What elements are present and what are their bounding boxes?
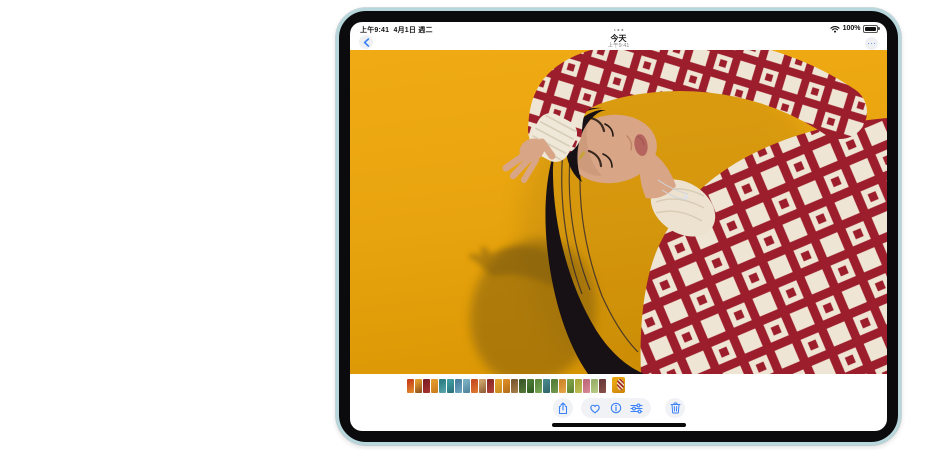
battery-percent: 100% xyxy=(843,25,861,32)
status-time: 上午9:41 xyxy=(360,27,389,34)
thumbnail[interactable] xyxy=(463,379,470,393)
thumbnail[interactable] xyxy=(535,379,542,393)
thumbnail[interactable] xyxy=(543,379,550,393)
thumbnail[interactable] xyxy=(415,379,422,393)
ipad-device: 上午9:41 4月1日 週二 100% 今 xyxy=(336,8,901,445)
share-button[interactable] xyxy=(553,398,573,418)
multitasking-dots-icon[interactable] xyxy=(614,29,623,31)
wifi-icon xyxy=(830,25,840,33)
thumbnail[interactable] xyxy=(519,379,526,393)
thumbnail[interactable] xyxy=(479,379,486,393)
info-icon xyxy=(610,402,622,414)
battery-icon xyxy=(863,25,878,34)
sliders-icon xyxy=(630,403,643,414)
photo[interactable] xyxy=(350,50,887,374)
thumbnail-filmstrip xyxy=(407,377,625,393)
nav-title-block: 今天 上午9:41 xyxy=(350,34,887,49)
adjust-button[interactable] xyxy=(630,403,643,414)
thumbnail[interactable] xyxy=(455,379,462,393)
thumbnail[interactable] xyxy=(551,379,558,393)
thumbnail-strip xyxy=(407,379,606,393)
photo-timestamp: 上午9:41 xyxy=(350,43,887,49)
thumbnail[interactable] xyxy=(407,379,414,393)
thumbnail[interactable] xyxy=(439,379,446,393)
thumbnail[interactable] xyxy=(567,379,574,393)
status-date: 4月1日 週二 xyxy=(394,27,433,34)
page: { "colors": { "accent": "#3a82f7", "fram… xyxy=(0,0,932,450)
delete-button[interactable] xyxy=(665,398,685,418)
nav-bar: 今天 上午9:41 xyxy=(350,34,887,50)
thumbnail[interactable] xyxy=(559,379,566,393)
thumbnail[interactable] xyxy=(471,379,478,393)
screen: 上午9:41 4月1日 週二 100% 今 xyxy=(350,22,887,431)
status-indicators: 100% xyxy=(830,25,878,34)
bottom-toolbar xyxy=(350,398,887,420)
actions-pill xyxy=(581,398,651,418)
ellipsis-icon xyxy=(868,43,876,45)
thumbnail[interactable] xyxy=(503,379,510,393)
thumbnail[interactable] xyxy=(447,379,454,393)
thumbnail-selected[interactable] xyxy=(612,377,625,393)
heart-icon xyxy=(589,403,601,414)
thumbnail[interactable] xyxy=(527,379,534,393)
thumbnail[interactable] xyxy=(423,379,430,393)
thumbnail[interactable] xyxy=(431,379,438,393)
thumbnail[interactable] xyxy=(591,379,598,393)
favorite-button[interactable] xyxy=(589,403,601,414)
thumbnail[interactable] xyxy=(487,379,494,393)
info-button[interactable] xyxy=(610,402,622,414)
thumbnail[interactable] xyxy=(575,379,582,393)
thumbnail[interactable] xyxy=(583,379,590,393)
thumbnail[interactable] xyxy=(511,379,518,393)
thumbnail[interactable] xyxy=(599,379,606,393)
page-title: 今天 xyxy=(350,34,887,43)
trash-icon xyxy=(670,402,681,414)
thumbnail[interactable] xyxy=(495,379,502,393)
share-icon xyxy=(557,402,569,415)
more-button[interactable] xyxy=(865,37,878,50)
home-indicator[interactable] xyxy=(552,423,686,427)
